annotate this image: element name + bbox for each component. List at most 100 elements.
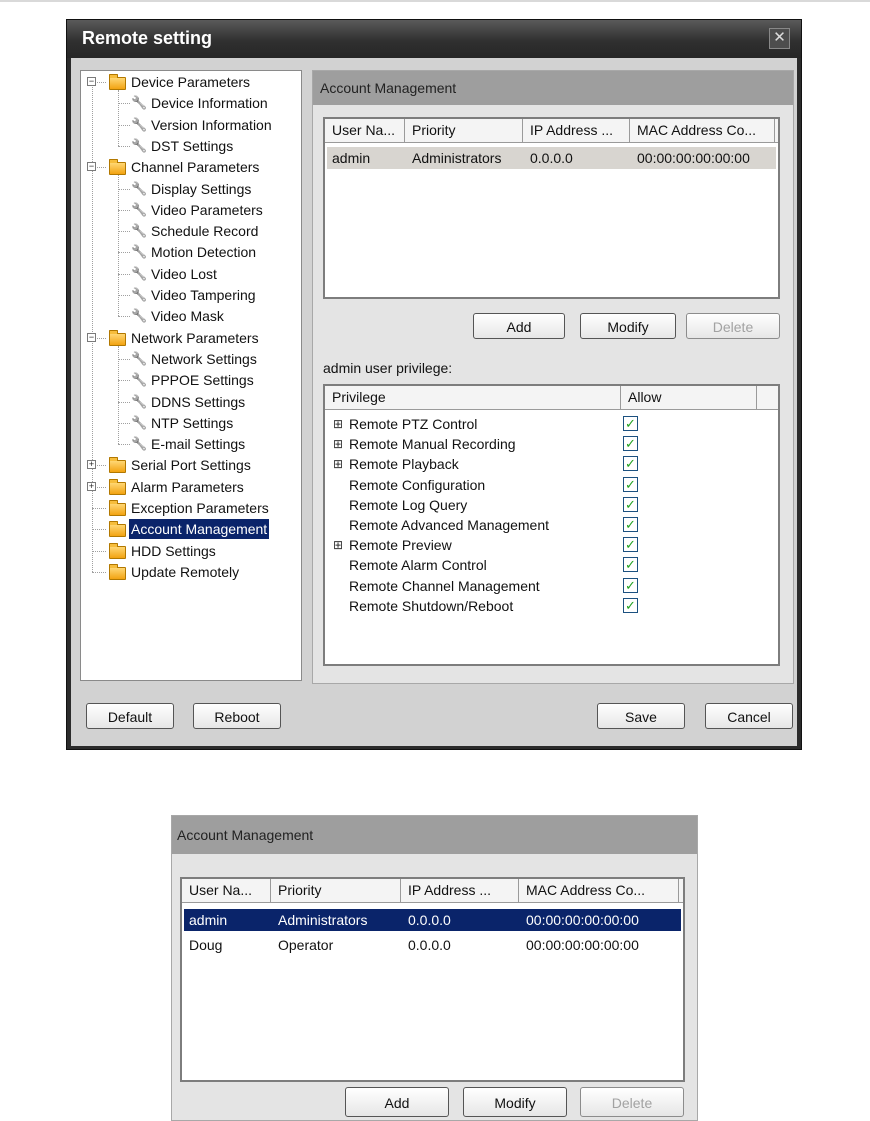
privilege-row[interactable]: ⊞ Remote Preview ✓ [327,535,776,555]
tree-expander[interactable]: − [87,162,96,172]
tree-item-label: PPPOE Settings [151,372,254,389]
checkbox[interactable]: ✓ [623,577,638,593]
privilege-row[interactable]: Remote Configuration ✓ [327,475,776,495]
tree-item-label: Device Information [151,95,268,112]
privilege-row[interactable]: Remote Shutdown/Reboot ✓ [327,596,776,616]
table-cell: admin [332,150,371,166]
expand-icon[interactable]: ⊞ [333,535,343,555]
table-cell: Administrators [412,150,502,166]
folder-icon [109,74,126,90]
expand-icon[interactable]: ⊞ [333,434,343,454]
column-header[interactable]: Priority [405,119,523,143]
tree-expander[interactable]: + [87,460,96,470]
tree-connector [118,316,130,318]
title-bar[interactable]: Remote setting ✕ [67,20,801,58]
expand-icon[interactable]: ⊞ [333,454,343,474]
tree-item-label: Serial Port Settings [131,457,251,474]
modify-button[interactable]: Modify [580,313,676,339]
table-cell: 00:00:00:00:00:00 [526,912,639,928]
privilege-row[interactable]: ⊞ Remote PTZ Control ✓ [327,414,776,434]
tree-item-label: Network Parameters [131,329,259,346]
settings-tree[interactable]: − Device Parameters 🔧 Device Information 🔧 Ve… [80,70,302,681]
tree-item-label: HDD Settings [131,542,216,559]
cancel-button[interactable]: Cancel [705,703,793,729]
tree-expander[interactable]: − [87,77,96,86]
wrench-icon: 🔧 [131,244,148,260]
checkbox[interactable]: ✓ [623,557,638,573]
privilege-row[interactable]: ⊞ Remote Manual Recording ✓ [327,434,776,454]
tree-expander[interactable]: − [87,332,96,342]
tree-item-label: Exception Parameters [131,500,269,516]
modify-button-2[interactable]: Modify [463,1087,567,1117]
folder-icon [109,521,126,538]
checkbox[interactable]: ✓ [623,416,638,431]
table-row[interactable]: admin Administrators 0.0.0.0 00:00:00:00:00… [184,909,681,931]
checkbox[interactable]: ✓ [623,456,638,472]
column-header[interactable]: Allow [621,386,757,410]
wrench-icon: 🔧 [131,95,148,111]
privilege-label: Remote Preview [349,537,452,554]
expand-icon[interactable]: ⊞ [333,414,343,434]
close-button[interactable]: ✕ [769,28,790,49]
privilege-label: Remote Playback [349,456,459,473]
column-header[interactable]: Privilege [325,386,621,410]
tree-item-label: NTP Settings [151,414,234,431]
tree-item-label: Video Lost [151,265,217,282]
close-icon: ✕ [773,29,786,46]
checkbox[interactable]: ✓ [623,597,638,613]
tree-connector [118,231,130,233]
column-header[interactable]: Priority [271,879,401,903]
privilege-row[interactable]: ⊞ Remote Playback ✓ [327,454,776,474]
reboot-button[interactable]: Reboot [193,703,281,729]
column-header[interactable]: IP Address ... [523,119,630,143]
privilege-label: Remote Channel Management [349,577,540,594]
checkbox[interactable]: ✓ [623,436,638,452]
default-button[interactable]: Default [86,703,174,729]
folder-icon [109,478,126,495]
dialog-body: − Device Parameters 🔧 Device Information 🔧 Ve… [71,58,797,746]
wrench-icon: 🔧 [131,137,148,153]
wrench-icon: 🔧 [131,116,148,132]
add-button-2[interactable]: Add [345,1087,449,1117]
column-header[interactable]: MAC Address Co... [630,119,775,143]
tree-item-label: Video Tampering [151,287,256,303]
tree-expander[interactable]: + [87,481,96,491]
add-button[interactable]: Add [473,313,565,339]
table-row[interactable]: Doug Operator 0.0.0.0 00:00:00:00:00:00 [184,934,681,956]
tree-item-label: Display Settings [151,180,252,197]
tree-item-label: Device Parameters [131,74,251,90]
column-header[interactable]: User Na... [325,119,405,143]
checkbox[interactable]: ✓ [623,496,638,512]
tree-connector [118,422,130,424]
privilege-row[interactable]: Remote Alarm Control ✓ [327,555,776,575]
column-header[interactable]: IP Address ... [401,879,519,903]
delete-button[interactable]: Delete [686,313,780,339]
table-cell: 0.0.0.0 [408,937,451,953]
column-header[interactable]: MAC Address Co... [519,879,679,903]
privilege-row[interactable]: Remote Advanced Management ✓ [327,515,776,535]
privilege-row[interactable]: Remote Channel Management ✓ [327,576,776,596]
privilege-row[interactable]: Remote Log Query ✓ [327,495,776,515]
checkbox[interactable]: ✓ [623,537,638,553]
tree-connector [118,273,130,275]
table-cell: admin [189,912,228,928]
folder-icon [109,563,126,580]
checkbox[interactable]: ✓ [623,476,638,492]
delete-button-2[interactable]: Delete [580,1087,684,1117]
save-button[interactable]: Save [597,703,685,729]
table-row[interactable]: admin Administrators 0.0.0.0 00:00:00:00:00… [327,147,776,169]
tree-connector [118,345,119,445]
folder-icon [109,500,126,516]
user-list[interactable]: User Na... Priority IP Address ... MAC Addr… [323,117,780,299]
folder-icon [109,542,126,559]
column-header[interactable]: User Na... [182,879,271,903]
wrench-icon: 🔧 [131,414,148,430]
tree-connector [118,401,130,403]
tree-connector [92,529,106,531]
user-list-2[interactable]: User Na... Priority IP Address ... MAC Addr… [180,877,685,1082]
tree-item-label: Update Remotely [131,563,240,580]
wrench-icon: 🔧 [131,350,148,366]
column-headers: User Na... Priority IP Address ... MAC Addr… [325,119,778,143]
privilege-list[interactable]: Privilege Allow ⊞ Remote PTZ Control ✓ ⊞ Remot… [323,384,780,666]
checkbox[interactable]: ✓ [623,517,638,532]
